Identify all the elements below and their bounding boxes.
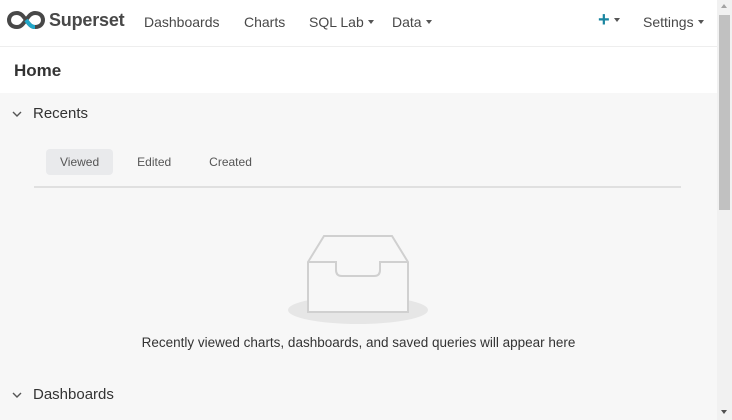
nav-dashboards[interactable]: Dashboards [144, 14, 220, 30]
app-name: Superset [49, 9, 125, 30]
caret-down-icon [367, 20, 374, 25]
page-scrollbar[interactable] [717, 0, 732, 420]
recents-title: Recents [33, 105, 89, 122]
new-item-button[interactable]: + [598, 10, 620, 30]
nav-data[interactable]: Data [392, 14, 432, 30]
top-navbar: Superset Dashboards Charts SQL Lab Data … [0, 0, 717, 47]
tab-created[interactable]: Created [195, 149, 266, 175]
nav-settings[interactable]: Settings [643, 14, 704, 30]
nav-settings-label: Settings [643, 14, 694, 30]
caret-down-icon [697, 20, 704, 25]
nav-sql-lab[interactable]: SQL Lab [309, 14, 374, 30]
dashboards-title: Dashboards [33, 386, 114, 403]
empty-state-message: Recently viewed charts, dashboards, and … [141, 335, 576, 350]
chevron-down-icon [12, 111, 22, 117]
nav-charts[interactable]: Charts [244, 14, 285, 30]
tabs-divider [34, 186, 681, 188]
page-header: Home [0, 47, 717, 93]
recents-tabs: Viewed Edited Created [46, 149, 276, 175]
superset-logo-icon [7, 10, 45, 30]
caret-down-icon [425, 20, 432, 25]
nav-data-label: Data [392, 14, 422, 30]
tab-viewed[interactable]: Viewed [46, 149, 114, 175]
scrollbar-thumb[interactable] [719, 15, 730, 210]
scroll-up-arrow-icon[interactable] [721, 4, 727, 8]
caret-down-icon [613, 17, 620, 22]
scroll-down-arrow-icon[interactable] [721, 410, 727, 414]
chevron-down-icon [12, 392, 22, 398]
page-title: Home [14, 61, 62, 80]
superset-logo[interactable]: Superset [7, 9, 125, 31]
dashboards-section-header[interactable]: Dashboards [12, 386, 114, 403]
tab-edited[interactable]: Edited [123, 149, 185, 175]
empty-state-inbox-icon [286, 232, 430, 333]
plus-icon: + [598, 9, 610, 31]
recents-section-header[interactable]: Recents [12, 105, 88, 122]
nav-sql-lab-label: SQL Lab [309, 14, 364, 30]
